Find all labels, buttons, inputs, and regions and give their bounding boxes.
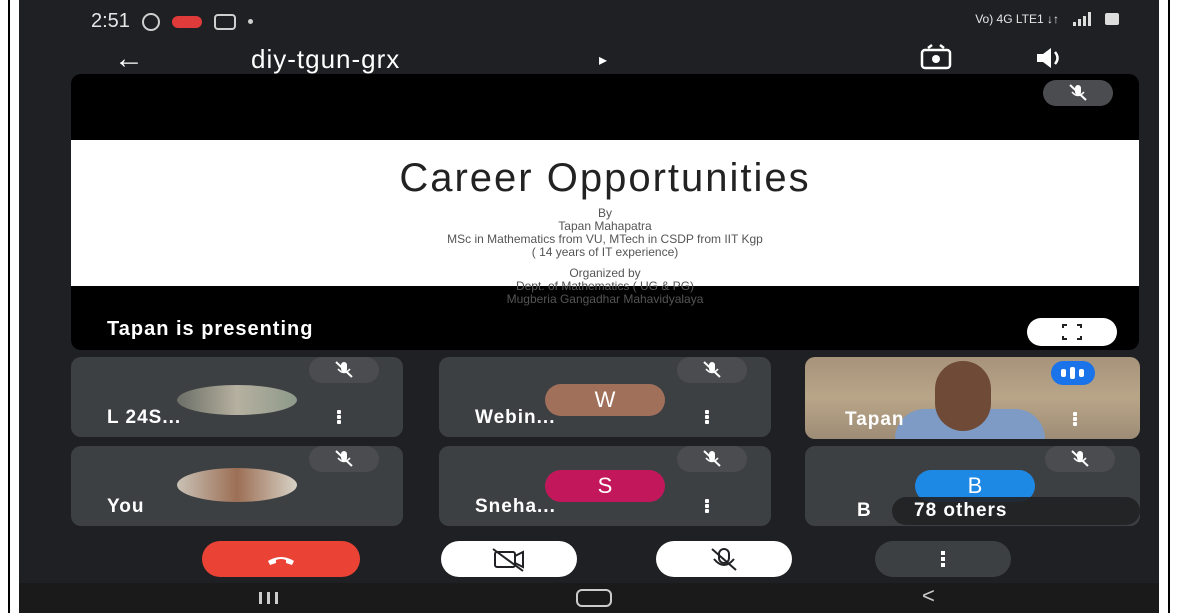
frame-border-right [1168,0,1170,613]
camera-off-icon [492,548,524,572]
mic-off-icon [703,361,721,378]
participant-tile[interactable]: You [71,446,403,526]
participant-tile[interactable]: W Webin... [439,357,771,437]
more-options-button[interactable] [875,541,1011,577]
more-vert-icon[interactable] [703,498,711,516]
end-call-icon [268,557,294,565]
participant-tile[interactable]: S Sneha... [439,446,771,526]
mic-off-icon [1071,450,1089,467]
participant-photo [177,468,297,502]
mic-off-indicator [309,357,379,383]
status-bar: 2:51 Vo) 4G LTE1 ↓↑ [19,0,1159,40]
status-time: 2:51 [91,10,130,32]
fullscreen-icon [1062,324,1082,340]
presentation-mute-indicator [1043,80,1113,106]
participant-photo [177,385,297,415]
more-options-icon [941,551,945,567]
participant-name: Webin... [475,407,556,428]
participant-avatar: S [545,470,665,502]
more-vert-icon[interactable] [703,409,711,427]
mic-off-icon [711,548,737,571]
shared-slide: Career Opportunities By Tapan Mahapatra … [71,140,1139,306]
end-call-button[interactable] [202,541,360,577]
speaking-indicator-icon [1051,361,1095,385]
mic-off-icon [1069,84,1087,101]
back-arrow-icon[interactable]: ← [114,42,144,76]
phone-screen: 2:51 Vo) 4G LTE1 ↓↑ ← diy-tgun-grx ▸ Car… [19,0,1159,613]
recents-icon[interactable] [259,591,283,609]
more-notifications-icon [247,19,253,24]
participant-tile-video[interactable]: Tapan [805,357,1140,439]
whatsapp-icon [141,12,160,31]
participant-name: L 24S... [107,407,182,428]
camera-toggle-button[interactable] [441,541,577,577]
more-vert-icon[interactable] [1071,411,1079,429]
network-label: Vo) 4G LTE1 ↓↑ [975,12,1059,26]
mic-off-icon [335,450,353,467]
mic-off-icon [335,361,353,378]
fullscreen-button[interactable] [1027,318,1117,346]
presentation-area[interactable]: Career Opportunities By Tapan Mahapatra … [71,74,1139,350]
mic-off-indicator [309,446,379,472]
participant-tile[interactable]: L 24S... [71,357,403,437]
signal-icon [1073,12,1091,26]
participant-avatar: W [545,384,665,416]
mic-off-indicator [677,357,747,383]
system-back-icon[interactable]: < [922,583,935,609]
speaker-icon[interactable] [1029,42,1069,74]
system-nav-bar: < [19,583,1159,613]
slide-line: ( 14 years of IT experience) [531,245,679,259]
others-count-button[interactable]: 78 others [892,497,1140,525]
mic-off-indicator [677,446,747,472]
presenting-label: Tapan is presenting [107,318,314,340]
more-vert-icon[interactable] [335,409,343,427]
switch-camera-icon[interactable] [916,42,956,74]
mic-toggle-button[interactable] [656,541,792,577]
participant-name: B [857,500,871,521]
battery-icon [1105,13,1119,25]
slide-line: Mugberia Gangadhar Mahavidyalaya [506,292,704,306]
meeting-details-caret-icon[interactable]: ▸ [599,50,607,70]
participant-name: Tapan [845,409,905,430]
slide-title: Career Opportunities [399,156,811,200]
participant-name: You [107,496,145,517]
participant-name: Sneha... [475,496,556,517]
meeting-code[interactable]: diy-tgun-grx [251,44,400,75]
screen-record-icon [213,13,236,30]
participant-video-face [935,361,991,431]
mic-off-indicator [1045,446,1115,472]
home-icon[interactable] [576,589,612,607]
mic-off-icon [703,450,721,467]
notification-icon [171,15,202,28]
frame-border-left [8,0,10,613]
